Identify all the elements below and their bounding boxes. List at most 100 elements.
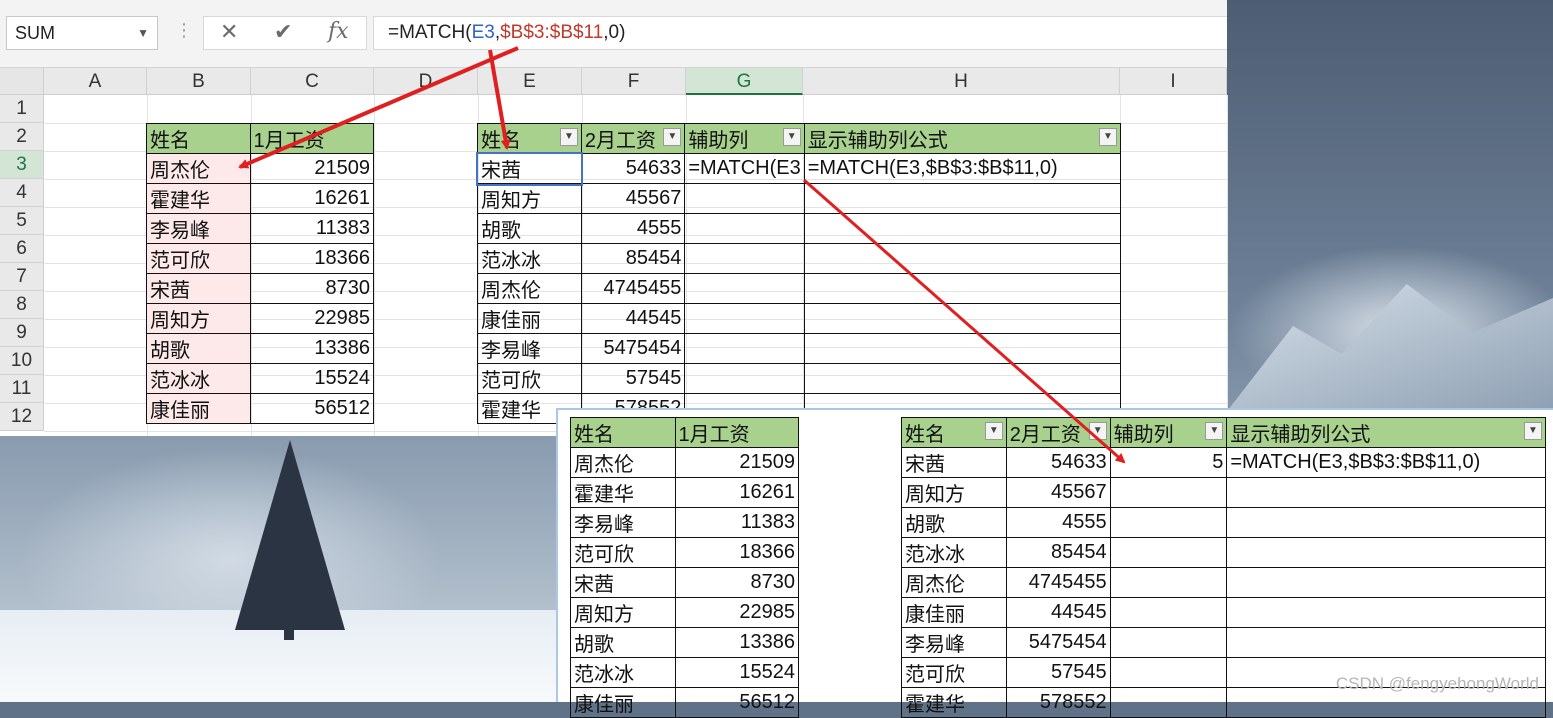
table-header-cell[interactable]: 姓名 xyxy=(570,417,676,448)
table-cell[interactable] xyxy=(803,303,1122,334)
table-cell[interactable] xyxy=(803,213,1122,244)
table-cell[interactable]: 16261 xyxy=(674,477,800,508)
table-cell[interactable]: 康佳丽 xyxy=(570,687,676,718)
table-cell[interactable]: 周杰伦 xyxy=(901,567,1007,598)
table-cell[interactable]: 周杰伦 xyxy=(477,273,582,304)
enter-icon[interactable]: ✔ xyxy=(274,19,292,45)
table-cell[interactable]: 胡歌 xyxy=(146,333,251,364)
table-header-cell[interactable]: 2月工资 ▼ xyxy=(580,123,686,154)
column-header-c[interactable]: C xyxy=(251,68,374,95)
table-cell[interactable]: 22985 xyxy=(674,597,800,628)
table-header-cell[interactable]: 姓名 ▼ xyxy=(901,417,1007,448)
table-cell[interactable] xyxy=(684,213,805,244)
column-header-a[interactable]: A xyxy=(44,68,147,95)
filter-dropdown-icon[interactable]: ▼ xyxy=(559,128,578,146)
table-cell[interactable] xyxy=(1109,507,1228,538)
table-cell[interactable]: 宋茜 xyxy=(570,567,676,598)
table-cell[interactable]: 45567 xyxy=(580,183,686,214)
table-cell[interactable]: 5 xyxy=(1109,447,1228,478)
table-cell[interactable] xyxy=(803,273,1122,304)
table-cell[interactable]: 宋茜 xyxy=(146,273,251,304)
more-icon[interactable]: ⋮ xyxy=(175,20,193,41)
row-header-4[interactable]: 4 xyxy=(0,179,44,207)
table-cell[interactable]: 4745455 xyxy=(580,273,686,304)
table-header-cell[interactable]: 1月工资 xyxy=(249,123,375,154)
table-cell[interactable] xyxy=(1226,567,1546,598)
table-cell[interactable]: =MATCH(E3,$B$3:$B$11,0) xyxy=(1226,447,1546,478)
column-header-g[interactable]: G xyxy=(686,68,803,95)
table-header-cell[interactable]: 2月工资 ▼ xyxy=(1005,417,1111,448)
table-cell[interactable]: 范可欣 xyxy=(570,537,676,568)
table-cell[interactable]: 44545 xyxy=(1005,597,1111,628)
table-cell[interactable] xyxy=(1109,627,1228,658)
column-header-h[interactable]: H xyxy=(803,68,1120,95)
table-cell[interactable] xyxy=(684,363,805,394)
table-cell[interactable]: 85454 xyxy=(1005,537,1111,568)
row-header-3[interactable]: 3 xyxy=(0,151,44,179)
table-header-cell[interactable]: 辅助列 ▼ xyxy=(684,123,805,154)
table-cell[interactable]: 霍建华 xyxy=(901,687,1007,718)
table-cell[interactable]: 康佳丽 xyxy=(477,303,582,334)
table-cell[interactable]: 范可欣 xyxy=(477,363,582,394)
column-header-i[interactable]: I xyxy=(1120,68,1227,95)
table-cell[interactable] xyxy=(684,273,805,304)
table-cell[interactable]: 范可欣 xyxy=(146,243,251,274)
table-cell[interactable] xyxy=(1109,537,1228,568)
table-cell[interactable]: 范冰冰 xyxy=(146,363,251,394)
table-cell[interactable]: 11383 xyxy=(674,507,800,538)
row-header-12[interactable]: 12 xyxy=(0,403,44,431)
filter-dropdown-icon[interactable]: ▼ xyxy=(1088,422,1107,440)
filter-dropdown-icon[interactable]: ▼ xyxy=(782,128,801,146)
table-cell[interactable] xyxy=(803,363,1122,394)
column-header-f[interactable]: F xyxy=(582,68,686,95)
table-cell[interactable]: 4555 xyxy=(580,213,686,244)
table-cell[interactable] xyxy=(1226,627,1546,658)
table-cell[interactable]: 578552 xyxy=(1005,687,1111,718)
row-header-10[interactable]: 10 xyxy=(0,347,44,375)
table-cell[interactable]: 15524 xyxy=(674,657,800,688)
table-cell[interactable]: 胡歌 xyxy=(901,507,1007,538)
filter-dropdown-icon[interactable]: ▼ xyxy=(984,422,1003,440)
cancel-icon[interactable]: ✕ xyxy=(220,19,238,45)
name-box[interactable]: SUM ▼ xyxy=(6,16,158,50)
table-cell[interactable]: 57545 xyxy=(580,363,686,394)
fx-icon[interactable]: fx xyxy=(328,19,349,44)
row-header-1[interactable]: 1 xyxy=(0,95,44,123)
row-header-9[interactable]: 9 xyxy=(0,319,44,347)
table-cell[interactable]: 康佳丽 xyxy=(146,393,251,424)
table-cell[interactable]: 李易峰 xyxy=(146,213,251,244)
table-cell[interactable]: 13386 xyxy=(249,333,375,364)
table-cell[interactable] xyxy=(684,303,805,334)
table-cell[interactable]: 宋茜 xyxy=(901,447,1007,478)
table-cell[interactable] xyxy=(1109,477,1228,508)
table-cell[interactable]: 18366 xyxy=(249,243,375,274)
formula-input[interactable]: =MATCH(E3,$B$3:$B$11,0) xyxy=(373,16,1227,50)
table-cell[interactable]: 44545 xyxy=(580,303,686,334)
table-cell[interactable]: 周杰伦 xyxy=(570,447,676,478)
table-cell[interactable] xyxy=(1109,597,1228,628)
table-cell[interactable]: 胡歌 xyxy=(477,213,582,244)
table-cell[interactable]: 21509 xyxy=(249,153,375,184)
table-cell[interactable]: 宋茜 xyxy=(475,151,584,186)
table-cell[interactable]: 5475454 xyxy=(580,333,686,364)
row-header-5[interactable]: 5 xyxy=(0,207,44,235)
row-header-7[interactable]: 7 xyxy=(0,263,44,291)
filter-dropdown-icon[interactable]: ▼ xyxy=(1099,128,1117,146)
table-cell[interactable] xyxy=(1226,477,1546,508)
table-cell[interactable] xyxy=(1109,687,1228,718)
table-cell[interactable]: 胡歌 xyxy=(570,627,676,658)
table-cell[interactable]: 8730 xyxy=(249,273,375,304)
table-cell[interactable]: 15524 xyxy=(249,363,375,394)
table-cell[interactable]: 8730 xyxy=(674,567,800,598)
row-header-2[interactable]: 2 xyxy=(0,123,44,151)
table-cell[interactable]: 李易峰 xyxy=(477,333,582,364)
table-header-cell[interactable]: 姓名 ▼ xyxy=(477,123,582,154)
table-cell[interactable]: 21509 xyxy=(674,447,800,478)
table-cell[interactable]: 56512 xyxy=(249,393,375,424)
table-cell[interactable]: 85454 xyxy=(580,243,686,274)
row-header-11[interactable]: 11 xyxy=(0,375,44,403)
table-cell[interactable]: 57545 xyxy=(1005,657,1111,688)
table-cell[interactable] xyxy=(1226,537,1546,568)
table-cell[interactable]: 周知方 xyxy=(901,477,1007,508)
table-cell[interactable] xyxy=(1109,657,1228,688)
